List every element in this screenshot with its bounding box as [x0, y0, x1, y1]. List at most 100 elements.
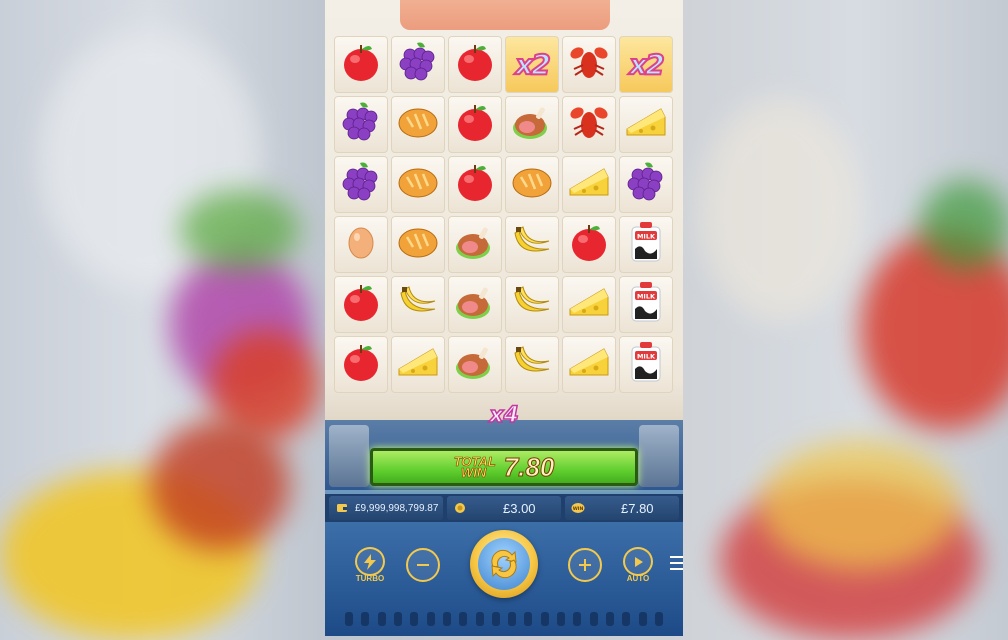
symbol-cell	[505, 216, 559, 273]
multiplier-symbol-cell: x2	[505, 36, 559, 93]
turbo-button[interactable]: TURBO	[353, 547, 387, 583]
symbol-cell	[448, 336, 502, 393]
grapes-icon	[623, 159, 669, 210]
symbol-cell	[391, 336, 445, 393]
egg-icon	[338, 219, 384, 270]
banana-icon	[509, 279, 555, 330]
symbol-cell	[448, 156, 502, 213]
svg-text:MILK: MILK	[637, 233, 656, 241]
increase-bet-button[interactable]	[568, 548, 602, 582]
balance-value: £9,999,998,799.87	[355, 502, 439, 514]
lobster-icon	[566, 99, 612, 150]
cheese-icon	[395, 339, 441, 390]
play-icon	[623, 547, 653, 576]
banana-icon	[395, 279, 441, 330]
multiplier-x2-icon: x2	[514, 47, 551, 82]
bread-icon	[395, 159, 441, 210]
symbol-cell	[505, 276, 559, 333]
svg-text:MILK: MILK	[637, 353, 656, 361]
symbol-cell: MILK	[619, 336, 673, 393]
spin-arrows-icon	[478, 538, 530, 590]
symbol-cell	[334, 336, 388, 393]
milk-icon: MILK	[623, 339, 669, 390]
win-badge-icon: WIN	[571, 501, 585, 515]
symbol-grid: x2 x2 MILK MILK MILK	[334, 36, 673, 393]
spin-button[interactable]	[470, 530, 538, 598]
top-banner	[400, 0, 610, 30]
banana-icon	[509, 219, 555, 270]
symbol-cell	[562, 156, 616, 213]
bet-display[interactable]: £3.00	[447, 496, 561, 520]
symbol-cell	[334, 156, 388, 213]
symbol-cell	[562, 276, 616, 333]
milk-icon: MILK	[623, 279, 669, 330]
cheese-icon	[566, 339, 612, 390]
menu-icon[interactable]	[670, 556, 683, 570]
cheese-icon	[566, 159, 612, 210]
cheese-icon	[566, 279, 612, 330]
multiplier-symbol-cell: x2	[619, 36, 673, 93]
symbol-cell	[448, 216, 502, 273]
minus-icon	[417, 564, 429, 566]
grapes-icon	[395, 39, 441, 90]
ham-icon	[452, 219, 498, 270]
symbol-cell	[562, 336, 616, 393]
symbol-cell	[391, 216, 445, 273]
svg-text:MILK: MILK	[637, 293, 656, 301]
right-rail-bracket	[639, 425, 679, 487]
grapes-icon	[338, 159, 384, 210]
bet-value: £3.00	[503, 500, 536, 516]
decrease-bet-button[interactable]	[406, 548, 440, 582]
win-value: £7.80	[621, 500, 654, 516]
ham-icon	[509, 99, 555, 150]
grapes-icon	[338, 99, 384, 150]
symbol-cell: MILK	[619, 216, 673, 273]
symbol-cell	[391, 276, 445, 333]
symbol-cell	[391, 96, 445, 153]
apple-icon	[338, 339, 384, 390]
win-multiplier: x4	[489, 402, 520, 429]
milk-icon: MILK	[623, 219, 669, 270]
slot-game: x2 x2 MILK MILK MILK x4 TOTAL WIN 7.80 £9,99…	[325, 0, 683, 636]
total-win-value: 7.80	[503, 451, 555, 482]
total-win-bar: TOTAL WIN 7.80	[370, 448, 638, 486]
apple-icon	[566, 219, 612, 270]
coins-icon	[453, 501, 467, 515]
bread-icon	[395, 99, 441, 150]
bread-icon	[395, 219, 441, 270]
symbol-cell	[619, 156, 673, 213]
symbol-cell	[334, 36, 388, 93]
symbol-cell	[391, 36, 445, 93]
turbo-label: TURBO	[355, 574, 385, 583]
total-win-label: TOTAL WIN	[453, 455, 496, 480]
cheese-icon	[623, 99, 669, 150]
symbol-cell	[334, 96, 388, 153]
ham-icon	[452, 339, 498, 390]
apple-icon	[338, 279, 384, 330]
symbol-cell	[562, 96, 616, 153]
symbol-cell	[505, 96, 559, 153]
symbol-cell	[334, 276, 388, 333]
win-display: WIN £7.80	[565, 496, 679, 520]
bread-icon	[509, 159, 555, 210]
left-rail-bracket	[329, 425, 369, 487]
svg-text:WIN: WIN	[573, 506, 584, 512]
balance-display[interactable]: £9,999,998,799.87	[329, 496, 443, 520]
apple-icon	[338, 39, 384, 90]
symbol-cell: MILK	[619, 276, 673, 333]
multiplier-x2-icon: x2	[628, 47, 665, 82]
wallet-icon	[335, 501, 349, 515]
symbol-cell	[562, 36, 616, 93]
symbol-cell	[505, 156, 559, 213]
apple-icon	[452, 159, 498, 210]
lobster-icon	[566, 39, 612, 90]
symbol-cell	[391, 156, 445, 213]
symbol-cell	[448, 276, 502, 333]
apple-icon	[452, 99, 498, 150]
symbol-cell	[562, 216, 616, 273]
plus-icon	[579, 559, 591, 571]
auto-button[interactable]: AUTO	[621, 547, 655, 583]
symbol-cell	[448, 96, 502, 153]
ham-icon	[452, 279, 498, 330]
symbol-cell	[505, 336, 559, 393]
